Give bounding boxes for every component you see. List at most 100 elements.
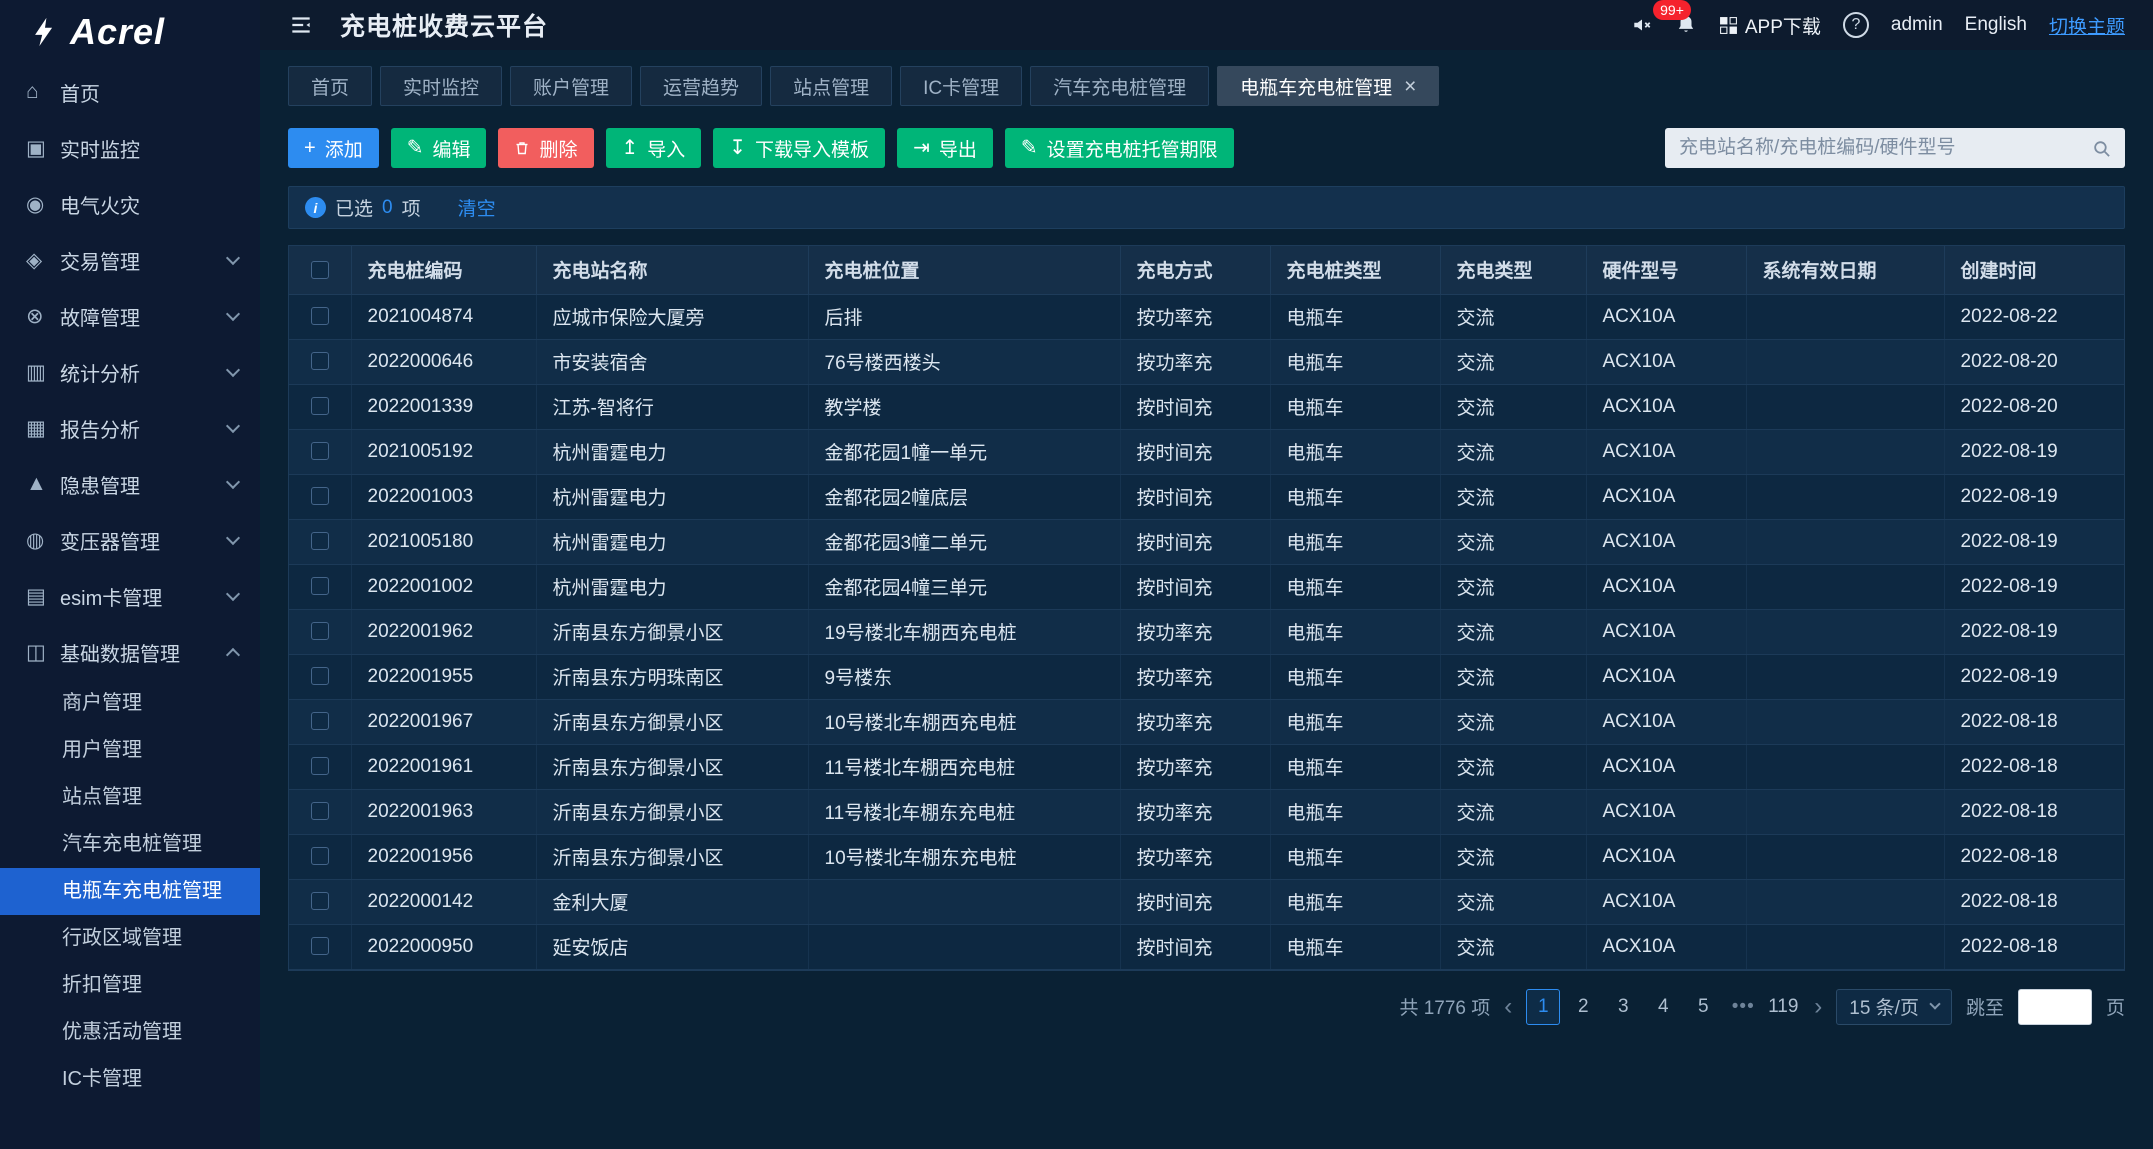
prev-page-icon[interactable]: ‹ bbox=[1504, 995, 1512, 1019]
tab-6[interactable]: IC卡管理 bbox=[900, 66, 1022, 106]
page-number[interactable]: 4 bbox=[1646, 989, 1680, 1025]
tab-1[interactable]: 首页 bbox=[288, 66, 372, 106]
table-row[interactable]: 2022001962沂南县东方御景小区19号楼北车棚西充电桩按功率充电瓶车交流A… bbox=[289, 609, 2124, 654]
sidebar-subitem-8[interactable]: 优惠活动管理 bbox=[0, 1009, 260, 1056]
sidebar-item-10[interactable]: ▤esim卡管理 bbox=[0, 568, 260, 624]
tab-8[interactable]: 电瓶车充电桩管理× bbox=[1217, 66, 1439, 106]
tab-3[interactable]: 账户管理 bbox=[510, 66, 632, 106]
toolbar-button-1[interactable]: +添加 bbox=[288, 128, 379, 168]
sidebar-subitem-9[interactable]: IC卡管理 bbox=[0, 1056, 260, 1103]
row-checkbox[interactable] bbox=[311, 307, 329, 325]
table-row[interactable]: 2021005192杭州雷霆电力金都花园1幢一单元按时间充电瓶车交流ACX10A… bbox=[289, 429, 2124, 474]
sidebar-item-2[interactable]: ▣实时监控 bbox=[0, 120, 260, 176]
app-download-button[interactable]: APP下载 bbox=[1719, 12, 1821, 39]
toolbar-button-7[interactable]: ✎设置充电桩托管期限 bbox=[1005, 128, 1234, 168]
toolbar-button-6[interactable]: ⇥导出 bbox=[897, 128, 993, 168]
table-row[interactable]: 2022001956沂南县东方御景小区10号楼北车棚东充电桩按功率充电瓶车交流A… bbox=[289, 834, 2124, 879]
row-checkbox[interactable] bbox=[311, 847, 329, 865]
row-checkbox[interactable] bbox=[311, 892, 329, 910]
sidebar-item-1[interactable]: ⌂首页 bbox=[0, 64, 260, 120]
table-row[interactable]: 2022000142金利大厦按时间充电瓶车交流ACX10A2022-08-18 bbox=[289, 879, 2124, 924]
tab-label: 首页 bbox=[311, 73, 349, 100]
page-size-select[interactable]: 15 条/页 bbox=[1836, 989, 1952, 1025]
table-row[interactable]: 2022001963沂南县东方御景小区11号楼北车棚东充电桩按功率充电瓶车交流A… bbox=[289, 789, 2124, 834]
sidebar-item-8[interactable]: ▲隐患管理 bbox=[0, 456, 260, 512]
search-icon[interactable] bbox=[2092, 139, 2111, 158]
clear-selection-link[interactable]: 清空 bbox=[458, 194, 496, 221]
page-number[interactable]: 5 bbox=[1686, 989, 1720, 1025]
sidebar-subitem-4[interactable]: 汽车充电桩管理 bbox=[0, 821, 260, 868]
sidebar-item-3[interactable]: ◉电气火灾 bbox=[0, 176, 260, 232]
notifications-button[interactable]: 99+ bbox=[1675, 14, 1697, 36]
sidebar-subitem-2[interactable]: 用户管理 bbox=[0, 727, 260, 774]
table-cell: 2022001967 bbox=[351, 699, 536, 744]
select-all-checkbox[interactable] bbox=[311, 261, 329, 279]
table-row[interactable]: 2022001003杭州雷霆电力金都花园2幢底层按时间充电瓶车交流ACX10A2… bbox=[289, 474, 2124, 519]
tab-2[interactable]: 实时监控 bbox=[380, 66, 502, 106]
table-body: 2021004874应城市保险大厦旁后排按功率充电瓶车交流ACX10A2022-… bbox=[289, 294, 2124, 969]
row-checkbox[interactable] bbox=[311, 532, 329, 550]
sidebar-item-5[interactable]: ⊗故障管理 bbox=[0, 288, 260, 344]
table-row[interactable]: 2021005180杭州雷霆电力金都花园3幢二单元按时间充电瓶车交流ACX10A… bbox=[289, 519, 2124, 564]
sidebar-item-4[interactable]: ◈交易管理 bbox=[0, 232, 260, 288]
table-row[interactable]: 2022001967沂南县东方御景小区10号楼北车棚西充电桩按功率充电瓶车交流A… bbox=[289, 699, 2124, 744]
table-row[interactable]: 2022000950延安饭店按时间充电瓶车交流ACX10A2022-08-18 bbox=[289, 924, 2124, 969]
row-checkbox[interactable] bbox=[311, 577, 329, 595]
selection-bar: i 已选 0 项 清空 bbox=[288, 186, 2125, 229]
row-checkbox[interactable] bbox=[311, 352, 329, 370]
tab-label: 账户管理 bbox=[533, 73, 609, 100]
sidebar-item-7[interactable]: ▦报告分析 bbox=[0, 400, 260, 456]
row-checkbox-cell bbox=[289, 924, 351, 969]
page-ellipsis[interactable]: ••• bbox=[1726, 989, 1760, 1025]
toolbar-button-2[interactable]: ✎编辑 bbox=[391, 128, 487, 168]
table-row[interactable]: 2022001961沂南县东方御景小区11号楼北车棚西充电桩按功率充电瓶车交流A… bbox=[289, 744, 2124, 789]
column-header: 充电桩位置 bbox=[808, 246, 1120, 294]
language-toggle[interactable]: English bbox=[1965, 14, 2027, 36]
sidebar-item-9[interactable]: ◍变压器管理 bbox=[0, 512, 260, 568]
toolbar-button-3[interactable]: 删除 bbox=[498, 128, 593, 168]
tab-4[interactable]: 运营趋势 bbox=[640, 66, 762, 106]
sidebar-item-6[interactable]: ▥统计分析 bbox=[0, 344, 260, 400]
row-checkbox[interactable] bbox=[311, 397, 329, 415]
row-checkbox[interactable] bbox=[311, 487, 329, 505]
sidebar-subitem-7[interactable]: 折扣管理 bbox=[0, 962, 260, 1009]
sidebar-subitem-6[interactable]: 行政区域管理 bbox=[0, 915, 260, 962]
page-number[interactable]: 3 bbox=[1606, 989, 1640, 1025]
tab-7[interactable]: 汽车充电桩管理 bbox=[1030, 66, 1209, 106]
tab-5[interactable]: 站点管理 bbox=[770, 66, 892, 106]
sidebar-subitem-1[interactable]: 商户管理 bbox=[0, 680, 260, 727]
toolbar-button-5[interactable]: ↧下载导入模板 bbox=[713, 128, 885, 168]
help-icon[interactable]: ? bbox=[1843, 12, 1869, 38]
row-checkbox[interactable] bbox=[311, 937, 329, 955]
table-cell: 杭州雷霆电力 bbox=[536, 474, 808, 519]
toolbar-button-4[interactable]: ↥导入 bbox=[606, 128, 702, 168]
jump-page-input[interactable] bbox=[2018, 989, 2092, 1025]
row-checkbox[interactable] bbox=[311, 667, 329, 685]
table-row[interactable]: 2022001339江苏-智将行教学楼按时间充电瓶车交流ACX10A2022-0… bbox=[289, 384, 2124, 429]
table-row[interactable]: 2021004874应城市保险大厦旁后排按功率充电瓶车交流ACX10A2022-… bbox=[289, 294, 2124, 339]
row-checkbox[interactable] bbox=[311, 712, 329, 730]
row-checkbox[interactable] bbox=[311, 757, 329, 775]
search-input[interactable] bbox=[1679, 137, 2082, 159]
table-cell: 按功率充 bbox=[1120, 789, 1270, 834]
sidebar-subitem-3[interactable]: 站点管理 bbox=[0, 774, 260, 821]
table-row[interactable]: 2022000646市安装宿舍76号楼西楼头按功率充电瓶车交流ACX10A202… bbox=[289, 339, 2124, 384]
row-checkbox[interactable] bbox=[311, 442, 329, 460]
table-cell: 2022001003 bbox=[351, 474, 536, 519]
row-checkbox[interactable] bbox=[311, 802, 329, 820]
theme-switch-link[interactable]: 切换主题 bbox=[2049, 12, 2125, 39]
username[interactable]: admin bbox=[1891, 14, 1943, 36]
page-number[interactable]: 2 bbox=[1566, 989, 1600, 1025]
mute-icon[interactable] bbox=[1631, 14, 1653, 36]
table-row[interactable]: 2022001955沂南县东方明珠南区9号楼东按功率充电瓶车交流ACX10A20… bbox=[289, 654, 2124, 699]
next-page-icon[interactable]: › bbox=[1814, 995, 1822, 1019]
page-number[interactable]: 119 bbox=[1766, 989, 1800, 1025]
table-row[interactable]: 2022001002杭州雷霆电力金都花园4幢三单元按时间充电瓶车交流ACX10A… bbox=[289, 564, 2124, 609]
sidebar-subitem-5[interactable]: 电瓶车充电桩管理 bbox=[0, 868, 260, 915]
table-cell: 交流 bbox=[1440, 564, 1586, 609]
sidebar-item-11[interactable]: ◫基础数据管理 bbox=[0, 624, 260, 680]
row-checkbox[interactable] bbox=[311, 622, 329, 640]
close-icon[interactable]: × bbox=[1404, 76, 1416, 97]
collapse-menu-icon[interactable] bbox=[288, 12, 314, 38]
page-number[interactable]: 1 bbox=[1526, 989, 1560, 1025]
